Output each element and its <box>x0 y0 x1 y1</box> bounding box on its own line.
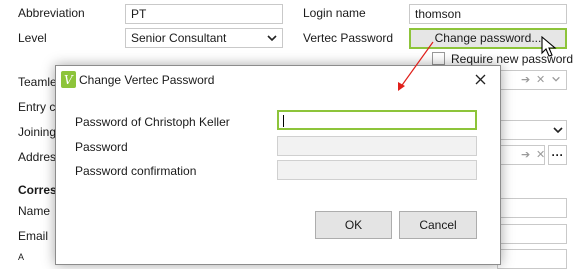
level-label: Level <box>18 31 47 45</box>
row-label-partial: A <box>18 252 25 262</box>
login-name-field[interactable]: thomson <box>409 4 567 24</box>
chevron-down-icon[interactable] <box>551 74 561 84</box>
close-icon[interactable] <box>475 74 486 85</box>
svg-text:V: V <box>64 73 74 87</box>
vertec-password-label: Vertec Password <box>303 31 394 45</box>
extra-field[interactable] <box>497 249 567 269</box>
vertec-v-icon: V <box>61 71 76 88</box>
password-of-user-label: Password of Christoph Keller <box>75 115 230 129</box>
chevron-down-icon[interactable] <box>552 124 564 136</box>
ellipsis-icon[interactable]: ··· <box>548 145 567 165</box>
require-new-password-checkbox[interactable] <box>432 52 445 65</box>
cancel-button[interactable]: Cancel <box>399 211 477 239</box>
address-label: Addres <box>18 150 57 164</box>
new-password-label: Password <box>75 140 128 154</box>
clear-x-icon[interactable]: ✕ <box>536 148 545 161</box>
entry-date-label: Entry c <box>18 100 56 114</box>
level-select[interactable]: Senior Consultant <box>125 28 283 48</box>
email-field[interactable] <box>497 224 567 244</box>
arrow-right-icon[interactable]: ➔ <box>521 148 530 161</box>
name-label: Name <box>18 204 51 218</box>
joining-label: Joining <box>18 125 57 139</box>
dialog-titlebar: V Change Vertec Password <box>56 66 500 94</box>
ok-button[interactable]: OK <box>315 211 392 239</box>
clear-x-icon[interactable]: ✕ <box>536 73 545 86</box>
text-cursor <box>283 115 284 127</box>
arrow-right-icon[interactable]: ➔ <box>521 73 530 86</box>
name-field[interactable] <box>497 198 567 218</box>
abbreviation-label: Abbreviation <box>18 6 85 20</box>
mouse-cursor-icon <box>541 36 557 57</box>
email-label: Email <box>18 229 49 243</box>
abbreviation-field[interactable]: PT <box>125 4 283 24</box>
change-password-dialog: V Change Vertec Password Password of Chr… <box>55 65 501 265</box>
current-password-input[interactable] <box>277 110 477 130</box>
login-name-label: Login name <box>303 6 366 20</box>
level-select-value: Senior Consultant <box>131 31 227 45</box>
dialog-title: Change Vertec Password <box>79 73 215 87</box>
password-confirmation-label: Password confirmation <box>75 164 197 178</box>
teamleader-label: Teamle <box>18 75 57 89</box>
new-password-input[interactable] <box>277 136 477 156</box>
password-confirmation-input[interactable] <box>277 160 477 180</box>
chevron-down-icon[interactable] <box>266 32 278 44</box>
